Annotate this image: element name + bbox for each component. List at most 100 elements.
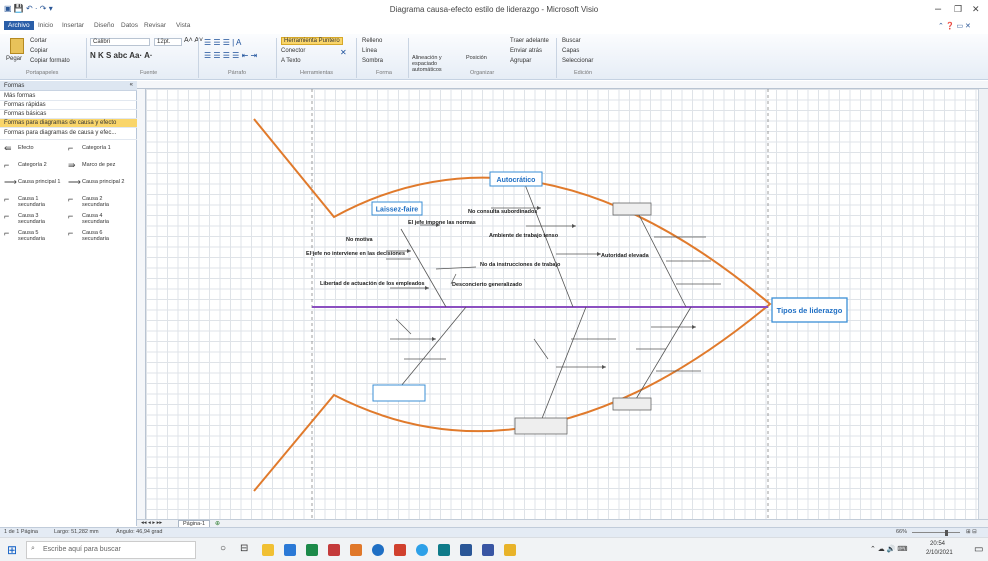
tab-archivo[interactable]: Archivo — [4, 21, 34, 30]
notifications-icon[interactable]: ▭ — [974, 544, 983, 555]
stencil-shape-label[interactable]: Causa 2 secundaria — [82, 196, 128, 208]
fill-button[interactable]: Relleno — [362, 38, 382, 44]
help-icon[interactable]: ⌃ ❓ ▭ ✕ — [938, 22, 971, 30]
cause-label[interactable]: El jefe no interviene en las decisiones — [306, 251, 405, 257]
clock-date[interactable]: 2/10/2021 — [926, 550, 953, 556]
stencil-shape-label[interactable]: Efecto — [18, 145, 64, 151]
tab-vista[interactable]: Vista — [176, 22, 190, 29]
stencil-shape-label[interactable]: Causa principal 1 — [18, 179, 64, 185]
auto-align-button[interactable]: Alineación y espaciado automáticos — [412, 55, 464, 73]
tab-insertar[interactable]: Insertar — [62, 22, 84, 29]
shadow-button[interactable]: Sombra — [362, 58, 383, 64]
position-button[interactable]: Posición — [466, 55, 487, 61]
find-button[interactable]: Buscar — [562, 38, 581, 44]
cause-label[interactable]: No motiva — [346, 237, 374, 243]
panel-item-quick-shapes[interactable]: Formas rápidas — [0, 101, 137, 110]
panel-item-basic-shapes[interactable]: Formas básicas — [0, 110, 137, 119]
stencil-shape-label[interactable]: Categoría 2 — [18, 162, 64, 168]
cause-label[interactable]: El jefe impone las normas — [408, 220, 476, 226]
zoom-slider[interactable] — [912, 532, 960, 533]
close-tool-icon[interactable]: ✕ — [340, 48, 347, 57]
stencil-shape-label[interactable]: Causa 5 secundaria — [18, 230, 64, 242]
fit-page-icon[interactable]: ⊞ ⊟ — [966, 529, 977, 535]
font-grow-icon[interactable]: A˄ A˅ — [184, 37, 203, 44]
bone-empty-bottom-2 — [540, 306, 587, 422]
cause-label[interactable]: Desconcierto generalizado — [452, 282, 523, 288]
page-nav-arrows[interactable]: ◂◂ ◂ ▸ ▸▸ — [141, 520, 162, 526]
cause-label[interactable]: No da instrucciones de trabajo — [480, 262, 561, 268]
stencil-shape-label[interactable]: Causa 4 secundaria — [82, 213, 128, 225]
bold-italic-underline-buttons[interactable]: N K S abc Aa· A· — [90, 51, 153, 60]
excel-icon[interactable] — [306, 544, 318, 556]
edge-icon[interactable] — [372, 544, 384, 556]
zoom-slider-thumb[interactable] — [945, 530, 948, 536]
tab-inicio[interactable]: Inicio — [38, 22, 53, 29]
layers-button[interactable]: Capas — [562, 48, 579, 54]
cause-label[interactable]: No consulta subordinados — [468, 209, 537, 215]
bone-empty-top — [637, 212, 687, 308]
text-tool-button[interactable]: A Texto — [281, 58, 301, 64]
close-button[interactable]: ✕ — [972, 4, 980, 15]
group-button[interactable]: Agrupar — [510, 58, 531, 64]
app-icon[interactable] — [504, 544, 516, 556]
stencil-shape-label[interactable]: Categoría 1 — [82, 145, 128, 151]
app-icon[interactable] — [350, 544, 362, 556]
app-icon[interactable] — [394, 544, 406, 556]
cause-label-text: Libertad de actuación de los empleados — [320, 281, 425, 287]
cause-label[interactable]: Autoridad elevada — [601, 253, 650, 259]
maximize-button[interactable]: ❐ — [954, 4, 962, 15]
format-painter-button[interactable]: Copiar formato — [30, 58, 70, 64]
taskbar-search[interactable]: ⌕ Escribe aquí para buscar — [26, 541, 196, 559]
bring-front-button[interactable]: Traer adelante — [510, 38, 549, 44]
vertical-scrollbar[interactable] — [978, 89, 988, 519]
system-tray-icons[interactable]: ⌃ ☁ 🔊 ⌨ — [870, 545, 908, 553]
font-size-select[interactable]: 12pt. — [154, 38, 182, 46]
status-page[interactable]: 1 de 1 Página — [4, 529, 38, 535]
group-label-editing: Edición — [574, 70, 593, 76]
store-icon[interactable] — [284, 544, 296, 556]
powerpoint-icon[interactable] — [328, 544, 340, 556]
drawing-canvas[interactable]: Laissez-faire Autocrático Tipos de lider… — [146, 89, 978, 519]
insert-page-icon[interactable]: ⊕ — [215, 520, 220, 527]
visio-icon[interactable] — [482, 544, 494, 556]
cause-label[interactable]: Libertad de actuación de los empleados — [320, 281, 425, 287]
paste-button[interactable]: Pegar — [6, 56, 22, 62]
font-family-select[interactable]: Calibri — [90, 38, 150, 46]
stencil-shape-label[interactable]: Causa 1 secundaria — [18, 196, 64, 208]
effect-label[interactable]: Tipos de liderazgo — [777, 306, 843, 315]
select-button[interactable]: Seleccionar — [562, 58, 593, 64]
word-icon[interactable] — [460, 544, 472, 556]
panel-item-more-shapes[interactable]: Más formas — [0, 92, 137, 101]
tab-revisar[interactable]: Revisar — [144, 22, 166, 29]
app-icon[interactable] — [438, 544, 450, 556]
collapse-panel-icon[interactable]: « — [130, 82, 133, 88]
category-label-autocratico[interactable]: Autocrático — [497, 177, 536, 184]
cortana-icon[interactable]: ○ — [220, 543, 226, 554]
connector-button[interactable]: Conector — [281, 48, 305, 54]
stencil-shape-label[interactable]: Causa 3 secundaria — [18, 213, 64, 225]
cause-label[interactable]: Ambiente de trabajo tenso — [489, 233, 559, 239]
file-explorer-icon[interactable] — [262, 544, 274, 556]
panel-item-cause-effect-shapes[interactable]: Formas para diagramas de causa y efecto — [0, 119, 137, 128]
stencil-shape-label[interactable]: Marco de pez — [82, 162, 128, 168]
vertical-ruler — [137, 89, 146, 519]
copy-button[interactable]: Copiar — [30, 48, 48, 54]
minimize-button[interactable]: – — [935, 3, 941, 15]
line-button[interactable]: Línea — [362, 48, 377, 54]
pointer-tool-button[interactable]: Herramienta Puntero — [281, 37, 343, 45]
fishbone-diagram: Laissez-faire Autocrático Tipos de lider… — [253, 89, 848, 519]
task-view-icon[interactable]: ⊟ — [240, 543, 248, 554]
zoom-level[interactable]: 66% — [896, 529, 907, 535]
send-back-button[interactable]: Enviar atrás — [510, 48, 542, 54]
chrome-icon[interactable] — [416, 544, 428, 556]
tab-datos[interactable]: Datos — [121, 22, 138, 29]
cut-button[interactable]: Cortar — [30, 38, 47, 44]
align-text-icon[interactable]: ☰ ☰ ☰ ☰ ⇤ ⇥ — [204, 51, 257, 60]
align-top-icon[interactable]: ☰ ☰ ☰ | A — [204, 38, 241, 47]
stencil-shape-label[interactable]: Causa principal 2 — [82, 179, 128, 185]
windows-start-icon[interactable]: ⊞ — [7, 543, 17, 557]
category-label-laissez-faire[interactable]: Laissez-faire — [376, 207, 419, 214]
stencil-shape-label[interactable]: Causa 6 secundaria — [82, 230, 128, 242]
clock-time[interactable]: 20:54 — [930, 541, 945, 547]
tab-diseno[interactable]: Diseño — [94, 22, 114, 29]
